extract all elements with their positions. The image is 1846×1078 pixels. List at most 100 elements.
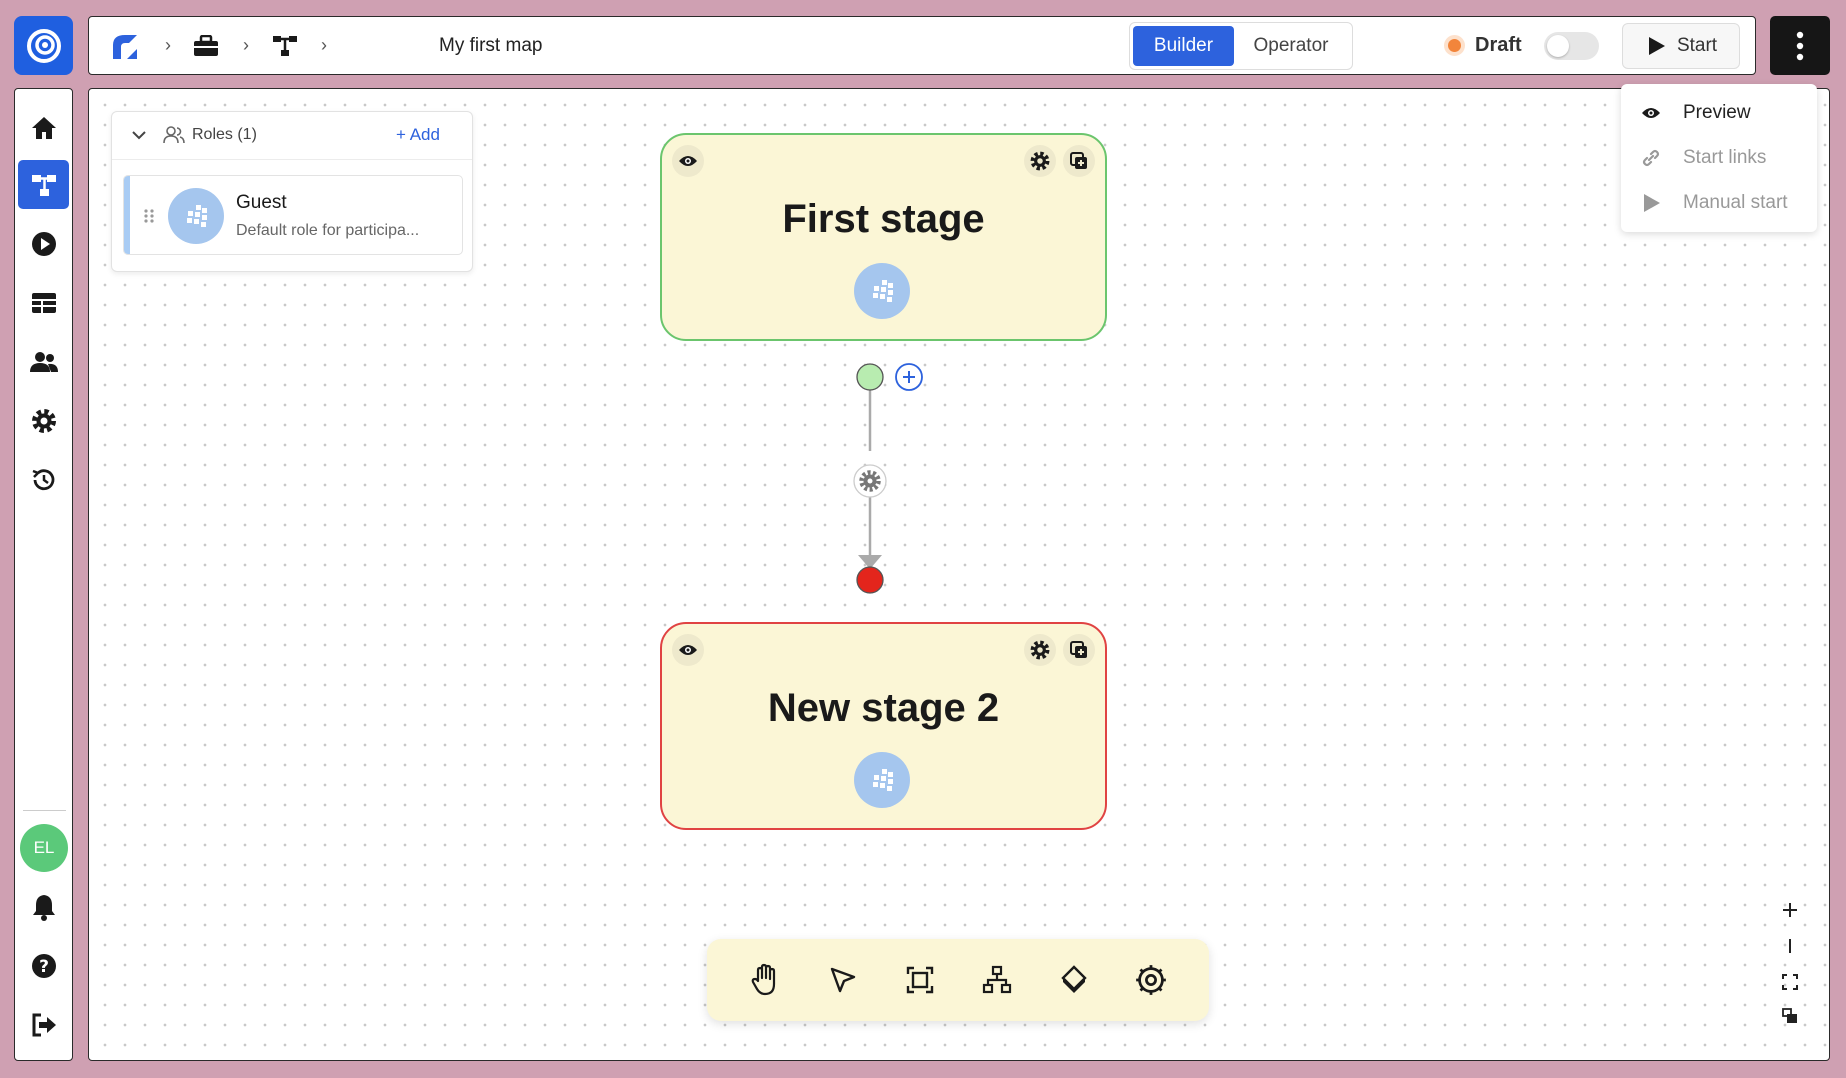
eye-icon [679,645,697,655]
canvas-settings-button[interactable] [1126,955,1176,1005]
menu-item-label: Start links [1683,147,1767,168]
roles-panel-title: Roles (1) [192,126,257,143]
role-grid-icon [873,769,893,791]
sidebar-item-history[interactable] [18,455,69,504]
play-circle-icon [31,231,56,256]
stage-role-avatar [854,752,910,808]
drag-handle-icon[interactable] [143,208,155,224]
sidebar-item-settings[interactable] [18,396,69,445]
hand-icon [751,963,775,996]
duplicate-icon [1070,152,1087,169]
canvas-toolbar [707,939,1209,1021]
play-icon [1644,194,1660,212]
stage-settings-button[interactable] [1024,145,1056,177]
zoom-in-button[interactable] [1777,897,1803,923]
map-canvas[interactable]: Roles (1) + Add Guest Default role for p… [88,88,1830,1061]
frame-tool-button[interactable] [895,955,945,1005]
stage-connector[interactable] [849,361,929,597]
role-name: Guest [236,192,287,213]
settings-icon [31,408,56,433]
status-dot-icon [1444,35,1465,56]
map-tree-icon[interactable] [272,17,298,74]
eye-icon [679,156,697,166]
duplicate-icon [1070,641,1087,658]
select-tool-button[interactable] [818,955,868,1005]
start-options-menu: Preview Start links Manual start [1621,84,1817,232]
sidebar-item-runs[interactable] [18,219,69,268]
users-icon [29,351,58,372]
bell-icon [32,894,55,921]
sidebar-item-maps[interactable] [18,160,69,209]
briefcase-icon[interactable] [193,17,219,74]
hierarchy-tool-button[interactable] [972,955,1022,1005]
roles-panel: Roles (1) + Add Guest Default role for p… [111,111,473,272]
top-bar: › › › My first map Builder Operator Draf… [88,16,1756,75]
roles-panel-header: Roles (1) + Add [112,112,472,160]
stage-preview-button[interactable] [672,145,704,177]
svg-text:?: ? [39,957,49,977]
sidebar-item-home[interactable] [18,103,69,152]
history-icon [32,468,54,490]
decision-tool-button[interactable] [1049,955,1099,1005]
connector-end-handle [856,566,884,594]
gear-icon [1030,640,1050,660]
zoom-in-icon [1783,903,1797,917]
stage-title: First stage [782,197,985,241]
operator-tab[interactable]: Operator [1234,26,1348,66]
eye-icon [1642,108,1660,118]
users-outline-icon [163,126,185,144]
stage-settings-button[interactable] [1024,634,1056,666]
sidebar-item-logout[interactable] [18,1000,69,1049]
stage-role-avatar [854,263,910,319]
sidebar-item-users[interactable] [18,337,69,386]
stage-title: New stage 2 [767,686,1000,730]
builder-tab[interactable]: Builder [1133,26,1234,66]
role-card-guest[interactable]: Guest Default role for participa... [123,175,463,255]
help-icon: ? [31,953,56,978]
status-label: Draft [1475,34,1522,56]
sidebar-divider [23,810,66,811]
draft-status: Draft [1444,17,1599,74]
mode-switch: Builder Operator [1129,22,1353,70]
avatar[interactable]: EL [20,824,68,872]
role-card-accent [124,176,130,254]
start-button-label: Start [1676,35,1718,56]
chevron-down-icon[interactable] [132,130,146,140]
connector-start-handle [856,363,884,391]
hierarchy-icon [982,965,1011,994]
hand-tool-button[interactable] [741,955,791,1005]
stage-duplicate-button[interactable] [1063,634,1095,666]
stage-preview-button[interactable] [672,634,704,666]
role-avatar [168,188,224,244]
home-icon [31,116,56,139]
zoom-out-icon [1789,939,1791,953]
stage-duplicate-button[interactable] [1063,145,1095,177]
app-logo-icon [26,28,61,63]
stage-card-new-stage-2[interactable]: New stage 2 [660,622,1107,830]
more-menu-button[interactable] [1770,16,1830,75]
menu-item-preview[interactable]: Preview [1621,93,1817,133]
menu-item-start-links[interactable]: Start links [1621,138,1817,178]
settings-icon [1135,965,1166,995]
breadcrumb-map-title[interactable]: My first map [439,17,542,74]
sidebar-item-notifications[interactable] [18,882,69,931]
add-role-button[interactable]: + Add [396,125,440,145]
minimap-icon [1782,1008,1797,1023]
zoom-out-button[interactable] [1777,933,1803,959]
publish-toggle[interactable] [1543,31,1599,60]
sidebar-item-tables[interactable] [18,278,69,327]
stage-card-first[interactable]: First stage [660,133,1107,341]
workspace-logo-icon[interactable] [109,17,141,74]
menu-item-manual-start[interactable]: Manual start [1621,183,1817,223]
play-icon [1648,37,1665,55]
logout-icon [32,1013,56,1036]
minimap-button[interactable] [1777,1003,1803,1029]
menu-item-label: Preview [1683,102,1751,123]
fit-screen-button[interactable] [1777,969,1803,995]
sidebar-item-help[interactable]: ? [18,941,69,990]
sidebar: EL ? [14,88,73,1061]
app-logo[interactable] [14,16,73,75]
start-button[interactable]: Start [1622,23,1740,69]
gear-icon [1030,151,1050,171]
breadcrumb-separator: › [243,35,249,55]
